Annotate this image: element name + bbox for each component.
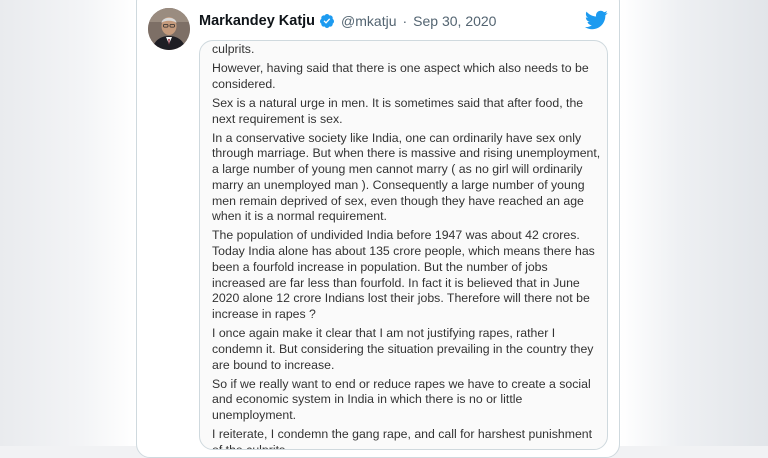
avatar[interactable] bbox=[148, 8, 190, 50]
left-background bbox=[0, 0, 136, 446]
paragraph: So if we really want to end or reduce ra… bbox=[212, 376, 591, 423]
paragraph: However, having said that there is one a… bbox=[212, 60, 589, 91]
tweet-image[interactable]: I condemn the Hathras gang rape, and cal… bbox=[199, 40, 608, 450]
right-background bbox=[620, 0, 768, 446]
twitter-bird-icon[interactable] bbox=[584, 8, 608, 32]
paragraph: I condemn the Hathras gang rape, and cal… bbox=[212, 41, 255, 56]
tweet-header: Markandey Katju @mkatju · Sep 30, 2020 bbox=[199, 11, 496, 31]
separator-dot: · bbox=[402, 13, 408, 29]
paragraph: In a conservative society like India, on… bbox=[212, 130, 601, 224]
tweet-date[interactable]: Sep 30, 2020 bbox=[413, 13, 496, 29]
paragraph: The population of undivided India before… bbox=[212, 228, 595, 321]
paragraph: I reiterate, I condemn the gang rape, an… bbox=[212, 427, 593, 449]
author-name[interactable]: Markandey Katju bbox=[199, 13, 315, 29]
verified-badge-icon bbox=[319, 13, 335, 29]
author-handle[interactable]: @mkatju bbox=[341, 13, 396, 29]
image-text: I condemn the Hathras gang rape, and cal… bbox=[212, 41, 604, 449]
paragraph: Sex is a natural urge in men. It is some… bbox=[212, 95, 584, 126]
paragraph: I once again make it clear that I am not… bbox=[212, 326, 594, 372]
